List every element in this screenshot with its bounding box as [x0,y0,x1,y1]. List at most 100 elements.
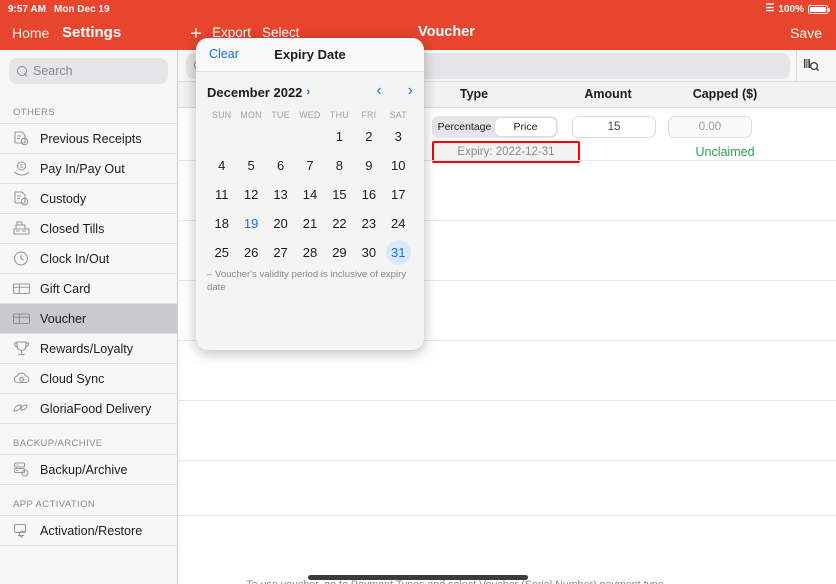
status-bar: 9:57 AM Mon Dec 19 ☰ 100% [0,0,836,18]
calendar-day-blank [236,124,265,149]
app-root: 9:57 AM Mon Dec 19 ☰ 100% Home Settings … [0,0,836,584]
sidebar: Search OTHERS Previous Receipts $ Pay In/Pa… [0,50,178,584]
receipt-icon [12,190,31,207]
sidebar-item-gloriafood-delivery[interactable]: GloriaFood Delivery [0,393,177,423]
calendar-day[interactable]: 24 [384,211,413,236]
sidebar-section-header: OTHERS [0,93,177,123]
calendar-day[interactable]: 17 [384,182,413,207]
sidebar-item-label: Voucher [40,311,87,326]
page-title-settings: Settings [62,24,122,41]
calendar-note: – Voucher's validity period is inclusive… [207,269,407,293]
sidebar-item-label: Custody [40,191,87,206]
calendar-day[interactable]: 18 [207,211,236,236]
calendar-day[interactable]: 30 [354,240,383,265]
calendar-day[interactable]: 11 [207,182,236,207]
calendar-day[interactable]: 25 [207,240,236,265]
trophy-icon [12,340,31,357]
calendar-day[interactable]: 1 [325,124,354,149]
calendar-nav: ‹ › [376,81,413,101]
sidebar-divider [0,545,177,546]
calendar-day[interactable]: 16 [354,182,383,207]
calendar-day[interactable]: 4 [207,153,236,178]
calendar-day[interactable]: 5 [236,153,265,178]
sidebar-item-rewards-loyalty[interactable]: Rewards/Loyalty [0,333,177,363]
home-button[interactable]: Home [12,25,49,41]
chevron-left-icon[interactable]: ‹ [376,81,381,101]
sidebar-item-voucher[interactable]: Voucher [0,303,177,333]
calendar-day[interactable]: 6 [266,153,295,178]
row-divider [178,400,836,401]
capped-field[interactable]: 0.00 [668,116,752,138]
sidebar-item-label: Activation/Restore [40,523,143,538]
calendar-day[interactable]: 27 [266,240,295,265]
status-badge: Unclaimed [695,145,755,159]
sidebar-item-previous-receipts[interactable]: Previous Receipts [0,123,177,153]
calendar-weekday: WED [299,110,321,120]
calendar-day-grid: 1 2 3 4 5 6 7 8 9 10 11 12 13 14 15 16 17 18 19 20 21 22 23 24 2… [207,124,413,265]
sidebar-item-pay-in-pay-out[interactable]: $ Pay In/Pay Out [0,153,177,183]
calendar-day[interactable]: 23 [354,211,383,236]
sidebar-item-label: Rewards/Loyalty [40,341,134,356]
segment-percentage[interactable]: Percentage [434,118,495,136]
calendar-day-blank [295,124,324,149]
calendar-day[interactable]: 10 [384,153,413,178]
calendar-day[interactable]: 12 [236,182,265,207]
calendar-weekday: FRI [361,110,377,120]
calendar-day[interactable]: 29 [325,240,354,265]
calendar-day[interactable]: 15 [325,182,354,207]
sidebar-item-label: Clock In/Out [40,251,110,266]
calendar-header: December 2022 › ‹ › [207,81,413,103]
calendar-day[interactable]: 7 [295,153,324,178]
calendar-weekday-row: SUN MON TUE WED THU FRI SAT [207,110,413,120]
battery-full-icon [808,4,830,14]
calendar-day-blank [266,124,295,149]
calendar-day[interactable]: 22 [325,211,354,236]
calendar-weekday: TUE [271,110,290,120]
sidebar-item-label: Pay In/Pay Out [40,161,125,176]
column-header-capped: Capped ($) [692,87,758,101]
calendar-day[interactable]: 9 [354,153,383,178]
sidebar-item-label: Previous Receipts [40,131,142,146]
sidebar-item-closed-tills[interactable]: Closed Tills [0,213,177,243]
type-segmented-control[interactable]: Percentage Price [432,116,558,138]
calendar-day[interactable]: 8 [325,153,354,178]
chevron-right-icon[interactable]: › [306,86,310,98]
sidebar-list: OTHERS Previous Receipts $ Pay In/Pay Out Cu… [0,93,177,546]
calendar-day-blank [207,124,236,149]
calendar-weekday: THU [329,110,349,120]
cash-hand-icon: $ [12,160,31,177]
calendar: December 2022 › ‹ › SUN MON TUE WED THU FRI SA… [196,72,424,265]
status-bar-left: 9:57 AM Mon Dec 19 [8,4,110,15]
calendar-day[interactable]: 20 [266,211,295,236]
segment-price[interactable]: Price [495,118,556,136]
calendar-weekday: SAT [389,110,407,120]
barcode-scan-icon[interactable] [796,50,826,81]
calendar-day[interactable]: 26 [236,240,265,265]
sidebar-item-activation-restore[interactable]: Activation/Restore [0,515,177,545]
sidebar-item-label: GloriaFood Delivery [40,401,152,416]
status-time: 9:57 AM [8,3,46,15]
calendar-day[interactable]: 31 [384,240,413,265]
calendar-day[interactable]: 21 [295,211,324,236]
sidebar-item-backup-archive[interactable]: Backup/Archive [0,454,177,484]
chevron-right-icon[interactable]: › [408,81,413,101]
calendar-month-label[interactable]: December 2022 [207,85,302,100]
calendar-day[interactable]: 2 [354,124,383,149]
calendar-day[interactable]: 28 [295,240,324,265]
sidebar-item-custody[interactable]: Custody [0,183,177,213]
amount-field[interactable]: 15 [572,116,656,138]
search-input[interactable]: Search [9,58,168,84]
search-placeholder: Search [33,64,73,78]
sidebar-item-cloud-sync[interactable]: Cloud Sync [0,363,177,393]
status-date: Mon Dec 19 [53,3,110,15]
calendar-day[interactable]: 13 [266,182,295,207]
sidebar-section-header: BACKUP/ARCHIVE [0,424,177,454]
save-button[interactable]: Save [790,25,822,41]
calendar-day[interactable]: 3 [384,124,413,149]
calendar-day[interactable]: 19 [236,211,265,236]
popover-title: Expiry Date [274,47,346,62]
calendar-day[interactable]: 14 [295,182,324,207]
card-icon [12,310,31,327]
sidebar-item-gift-card[interactable]: Gift Card [0,273,177,303]
sidebar-item-clock-in-out[interactable]: Clock In/Out [0,243,177,273]
